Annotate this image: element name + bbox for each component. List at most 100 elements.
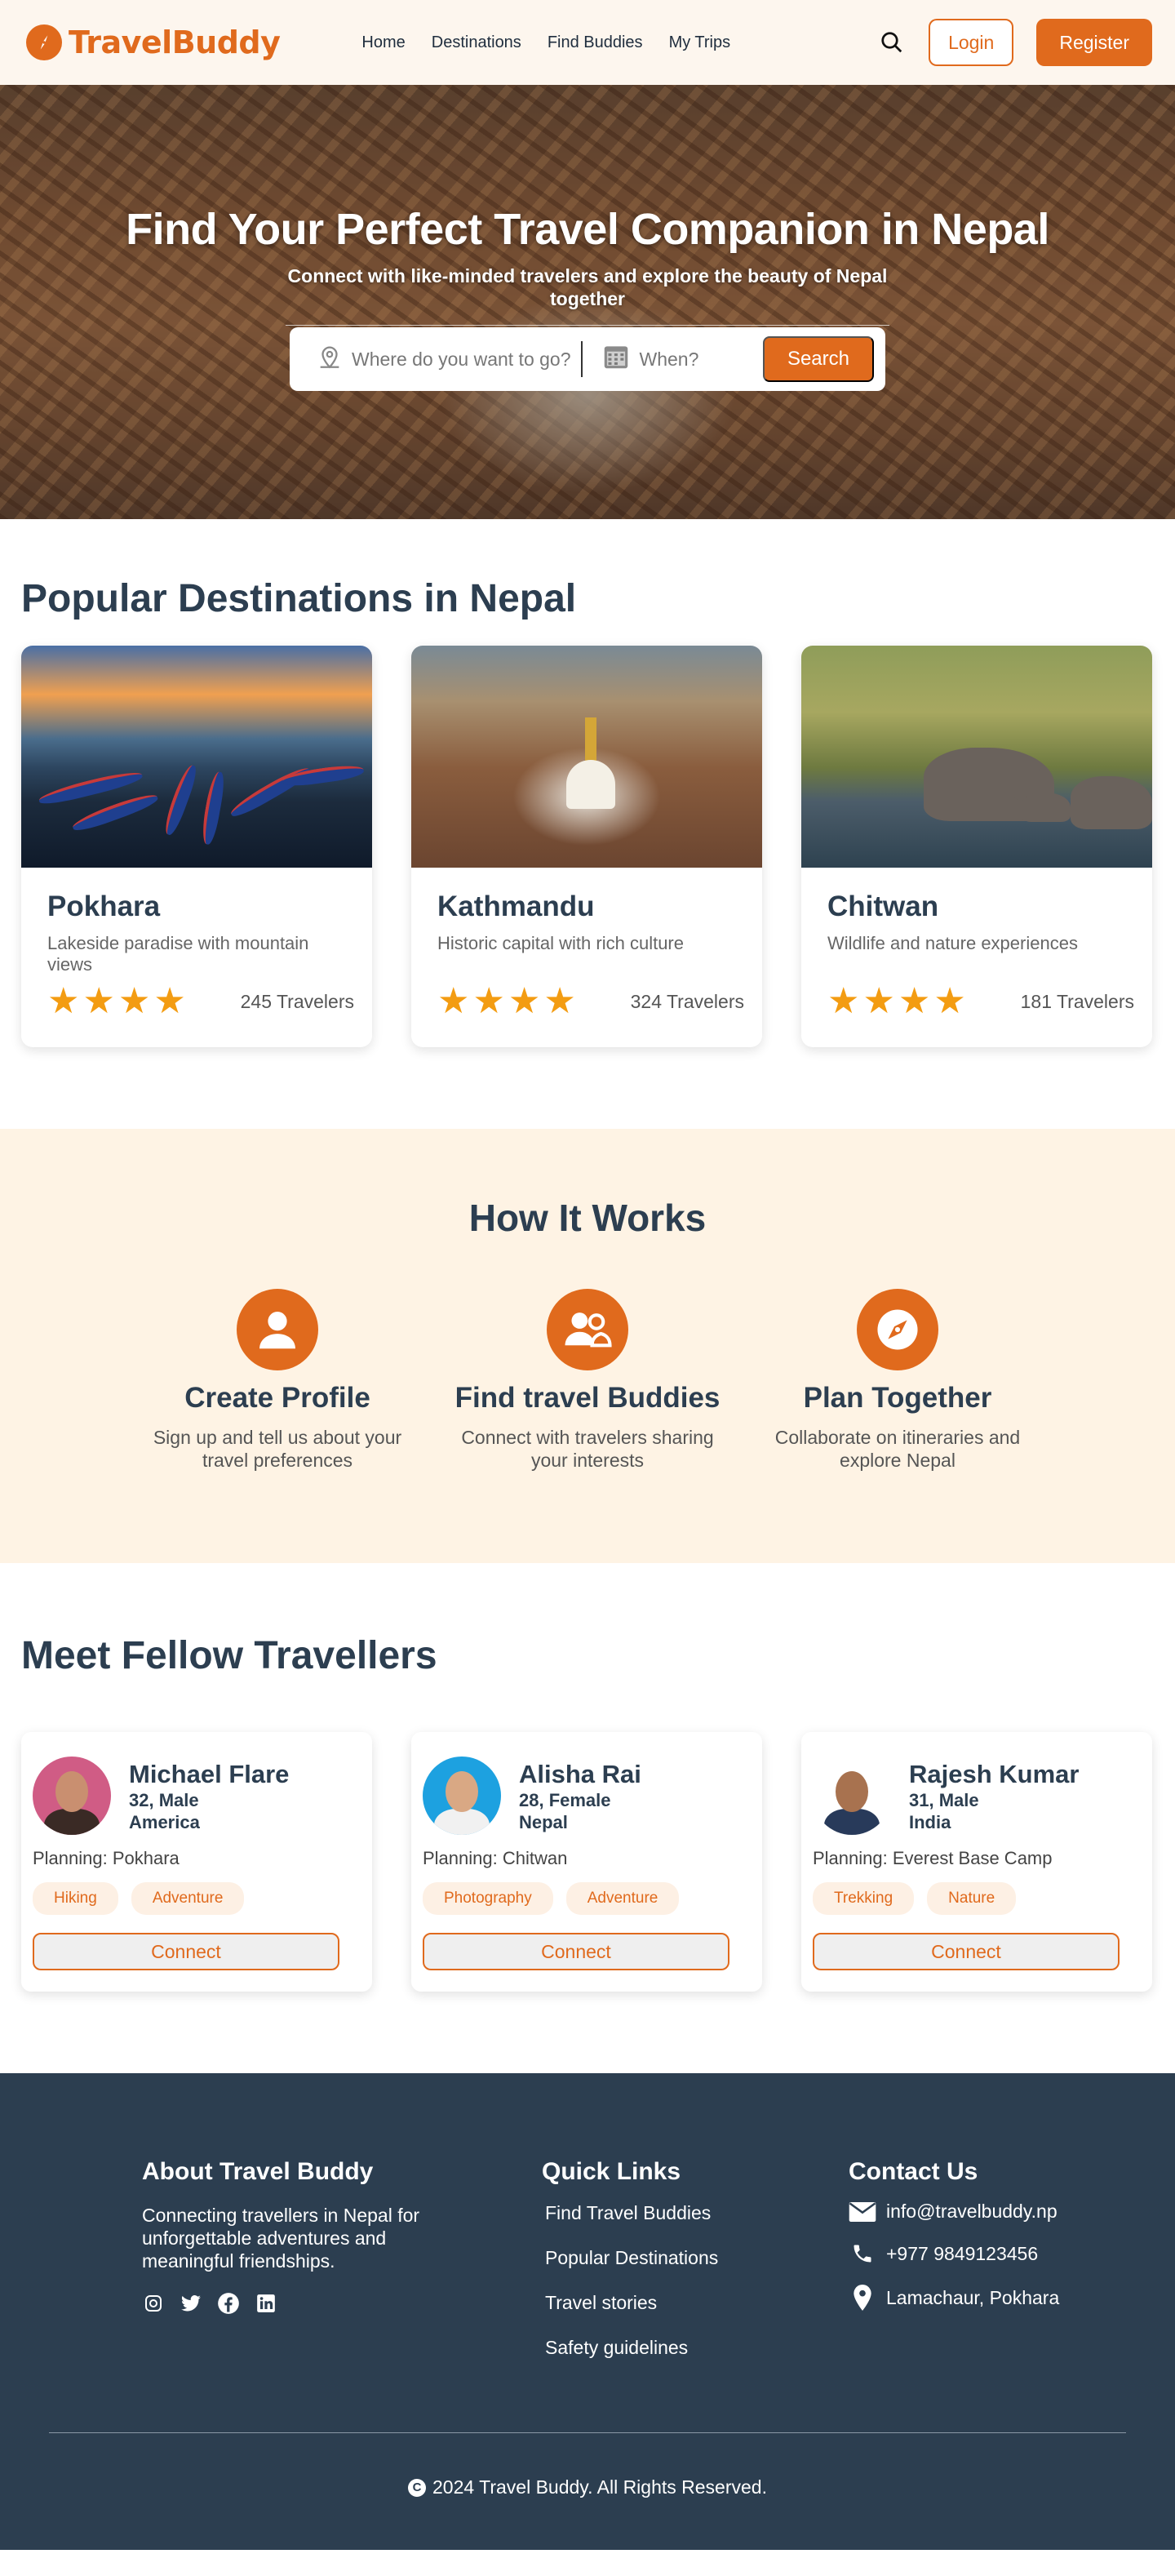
destination-card-chitwan[interactable]: Chitwan Wildlife and nature experiences … [801, 646, 1152, 1047]
traveller-age-gender: 31, Male [909, 1790, 979, 1810]
contact-address: Lamachaur, Pokhara [886, 2286, 1060, 2308]
how-it-works: How It Works Create Profile Sign up and … [0, 1129, 1175, 1563]
footer-link-find-buddies[interactable]: Find Travel Buddies [545, 2202, 718, 2224]
traveller-planning: Planning: Everest Base Camp [813, 1848, 1053, 1868]
top-nav: TravelBuddy Home Destinations Find Buddi… [0, 0, 1175, 85]
copyright-text: 2024 Travel Buddy. All Rights Reserved. [432, 2476, 767, 2498]
star-icon: ★ [862, 981, 895, 1021]
step-desc: Connect with travelers sharing your inte… [461, 1427, 714, 1471]
nav-link-find-buddies[interactable]: Find Buddies [548, 33, 643, 52]
pokhara-image [21, 646, 372, 868]
nav-link-my-trips[interactable]: My Trips [669, 33, 731, 52]
kathmandu-image [411, 646, 762, 868]
footer-quick-links: Quick Links Find Travel Buddies Popular … [542, 2158, 718, 2359]
destination-card-kathmandu[interactable]: Kathmandu Historic capital with rich cul… [411, 646, 762, 1047]
traveller-name: Michael Flare [129, 1760, 290, 1788]
brand-name: TravelBuddy [69, 24, 281, 60]
twitter-icon[interactable] [180, 2292, 202, 2315]
linkedin-icon[interactable] [255, 2292, 277, 2315]
star-icon: ★ [508, 981, 541, 1021]
how-title: How It Works [468, 1197, 707, 1239]
footer-link-popular-destinations[interactable]: Popular Destinations [545, 2247, 718, 2269]
destinations-title: Popular Destinations in Nepal [21, 577, 577, 620]
compass-icon [857, 1289, 938, 1370]
avatar [423, 1757, 501, 1835]
login-button[interactable]: Login [929, 19, 1014, 66]
hero-divider [286, 325, 889, 326]
fellow-travellers: Meet Fellow Travellers Michael Flare 32,… [0, 1563, 1175, 2073]
calendar-icon [601, 341, 632, 377]
footer-link-travel-stories[interactable]: Travel stories [545, 2292, 718, 2314]
travellers-title: Meet Fellow Travellers [21, 1634, 437, 1677]
users-icon [547, 1289, 628, 1370]
step-create-profile: Create Profile Sign up and tell us about… [143, 1289, 412, 1472]
copyright-icon: C [408, 2478, 427, 2497]
connect-button[interactable]: Connect [813, 1933, 1120, 1970]
search-divider [580, 341, 583, 377]
map-pin-icon [316, 343, 344, 375]
interest-tag: Photography [423, 1882, 553, 1915]
destination-desc: Wildlife and nature experiences [827, 933, 1078, 953]
popular-destinations: Popular Destinations in Nepal Pokhara La… [0, 519, 1175, 1129]
traveller-card: Michael Flare 32, Male America Planning:… [21, 1732, 372, 1992]
search-button[interactable]: Search [762, 336, 874, 382]
hero-banner: Find Your Perfect Travel Companion in Ne… [0, 85, 1175, 519]
destination-desc: Historic capital with rich culture [437, 933, 684, 953]
hero-search-bar: Where do you want to go? When? Search [290, 327, 885, 391]
traveller-country: India [909, 1812, 951, 1832]
star-icon: ★ [472, 981, 505, 1021]
rating-stars: ★ ★ ★ ★ [437, 984, 576, 1019]
traveller-planning: Planning: Chitwan [423, 1848, 568, 1868]
facebook-icon[interactable] [217, 2292, 240, 2315]
star-icon: ★ [82, 981, 115, 1021]
traveler-count: 181 Travelers [1020, 990, 1134, 1012]
logo[interactable]: TravelBuddy [26, 24, 281, 60]
footer-divider [49, 2432, 1126, 2433]
phone-icon [849, 2242, 876, 2265]
connect-button[interactable]: Connect [33, 1933, 339, 1970]
avatar [33, 1757, 111, 1835]
compass-logo-icon [26, 24, 62, 60]
search-icon[interactable] [878, 29, 906, 56]
destination-card-pokhara[interactable]: Pokhara Lakeside paradise with mountain … [21, 646, 372, 1047]
traveller-name: Rajesh Kumar [909, 1760, 1080, 1788]
when-field[interactable]: When? [601, 341, 698, 377]
footer-copyright: C 2024 Travel Buddy. All Rights Reserved… [0, 2476, 1175, 2498]
rating-stars: ★ ★ ★ ★ [827, 984, 966, 1019]
traveller-country: America [129, 1812, 200, 1832]
traveler-count: 324 Travelers [630, 990, 744, 1012]
register-button[interactable]: Register [1036, 19, 1152, 66]
connect-button[interactable]: Connect [423, 1933, 729, 1970]
footer: About Travel Buddy Connecting travellers… [0, 2073, 1175, 2550]
star-icon: ★ [827, 981, 860, 1021]
traveller-planning: Planning: Pokhara [33, 1848, 180, 1868]
step-desc: Collaborate on itineraries and explore N… [774, 1427, 1021, 1471]
traveller-card: Alisha Rai 28, Female Nepal Planning: Ch… [411, 1732, 762, 1992]
nav-link-destinations[interactable]: Destinations [432, 33, 521, 52]
footer-contact: Contact Us info@travelbuddy.np +977 9849… [849, 2158, 1059, 2311]
star-icon: ★ [118, 981, 151, 1021]
step-find-buddies: Find travel Buddies Connect with travele… [453, 1289, 722, 1472]
star-icon: ★ [153, 981, 186, 1021]
contact-title: Contact Us [849, 2158, 978, 2185]
instagram-icon[interactable] [142, 2292, 165, 2315]
star-icon: ★ [898, 981, 931, 1021]
destination-name: Kathmandu [437, 890, 595, 922]
star-icon: ★ [543, 981, 576, 1021]
nav-link-home[interactable]: Home [361, 33, 405, 52]
quick-links-title: Quick Links [542, 2158, 681, 2185]
destination-name: Pokhara [47, 890, 161, 922]
where-field[interactable]: Where do you want to go? [316, 343, 571, 375]
about-text: Connecting travellers in Nepal for unfor… [142, 2205, 420, 2272]
step-plan-together: Plan Together Collaborate on itineraries… [763, 1289, 1032, 1472]
about-title: About Travel Buddy [142, 2158, 374, 2185]
traveler-count: 245 Travelers [240, 990, 354, 1012]
step-title: Create Profile [184, 1382, 370, 1414]
traveller-age-gender: 28, Female [519, 1790, 611, 1810]
interest-tag: Adventure [565, 1882, 680, 1915]
contact-email[interactable]: info@travelbuddy.np [886, 2201, 1058, 2223]
footer-link-safety-guidelines[interactable]: Safety guidelines [545, 2337, 718, 2359]
star-icon: ★ [437, 981, 470, 1021]
contact-phone[interactable]: +977 9849123456 [886, 2243, 1038, 2265]
step-desc: Sign up and tell us about your travel pr… [153, 1427, 402, 1471]
